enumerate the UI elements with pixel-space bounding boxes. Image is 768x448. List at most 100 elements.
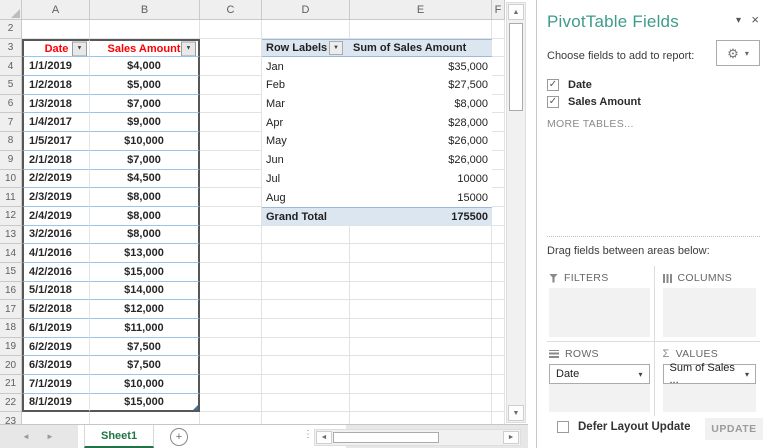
row-header-18[interactable]: 18 [0,319,22,338]
date-filter-button[interactable]: ▼ [72,41,87,57]
cell-A18[interactable]: 6/1/2019 [22,319,90,338]
cell-A4[interactable]: 1/1/2019 [22,57,90,77]
cell-B19[interactable]: $7,500 [90,337,200,357]
cell-B5[interactable]: $5,000 [90,76,200,95]
cell-F22[interactable] [492,393,505,413]
cell-F13[interactable] [492,225,505,245]
cell-E5[interactable]: $27,500 [350,76,492,95]
vertical-scrollbar[interactable]: ▲ ▼ [506,2,526,423]
cell-D17[interactable] [262,300,350,319]
column-header-A[interactable]: A [22,0,90,20]
scroll-down-icon[interactable]: ▼ [508,405,524,421]
columns-dropzone[interactable] [662,288,756,337]
cell-C7[interactable] [200,113,262,133]
cell-D6[interactable]: Mar [262,94,350,114]
values-dropzone[interactable]: Sum of Sales ... ▾ [662,362,756,412]
cell-F3[interactable] [492,38,505,58]
cell-D3[interactable]: Row Labels ▼ [262,38,350,58]
cell-F16[interactable] [492,281,505,301]
cell-B11[interactable]: $8,000 [90,188,200,207]
cell-A5[interactable]: 1/2/2018 [22,76,90,95]
rows-area[interactable]: ROWS Date ▾ [547,341,654,416]
cell-C13[interactable] [200,225,262,245]
prev-sheet-icon[interactable]: ◄ [16,425,36,448]
cell-C10[interactable] [200,169,262,189]
add-sheet-button[interactable]: + [170,428,188,446]
cell-A23[interactable] [22,412,90,424]
cell-B15[interactable]: $15,000 [90,262,200,282]
cell-C12[interactable] [200,206,262,226]
table-corner-handle[interactable] [193,405,198,411]
cell-C20[interactable] [200,356,262,376]
row-header-2[interactable]: 2 [0,20,22,39]
splitter-dots-icon[interactable]: ⋮ [303,429,313,440]
cell-F7[interactable] [492,113,505,133]
cell-E17[interactable] [350,300,492,319]
cell-D20[interactable] [262,356,350,376]
scroll-up-icon[interactable]: ▲ [508,4,524,20]
cell-B16[interactable]: $14,000 [90,281,200,301]
defer-checkbox[interactable] [557,421,569,433]
cell-D18[interactable] [262,319,350,338]
cell-D2[interactable] [262,20,350,39]
cell-A7[interactable]: 1/4/2017 [22,113,90,133]
vscroll-thumb[interactable] [509,23,523,111]
cell-B21[interactable]: $10,000 [90,375,200,394]
row-header-9[interactable]: 9 [0,150,22,170]
cell-D16[interactable] [262,281,350,301]
row-header-22[interactable]: 22 [0,393,22,413]
cell-A22[interactable]: 8/1/2019 [22,393,90,413]
cell-C14[interactable] [200,244,262,263]
cell-D10[interactable]: Jul [262,169,350,189]
cell-F19[interactable] [492,337,505,357]
scroll-right-icon[interactable]: ► [503,431,519,444]
cell-E22[interactable] [350,393,492,413]
cell-D21[interactable] [262,375,350,394]
pane-close-icon[interactable]: × [751,12,759,27]
cell-B10[interactable]: $4,500 [90,169,200,189]
row-header-12[interactable]: 12 [0,206,22,226]
cell-A20[interactable]: 6/3/2019 [22,356,90,376]
cell-A9[interactable]: 2/1/2018 [22,150,90,170]
cell-B18[interactable]: $11,000 [90,319,200,338]
tab-sheet1[interactable]: Sheet1 [84,425,155,448]
column-header-B[interactable]: B [90,0,200,20]
cell-E7[interactable]: $28,000 [350,113,492,133]
cell-A3[interactable]: Date ▼ [22,38,90,58]
cell-B9[interactable]: $7,000 [90,150,200,170]
cell-A21[interactable]: 7/1/2019 [22,375,90,394]
cell-F17[interactable] [492,300,505,319]
cell-E18[interactable] [350,319,492,338]
cell-B13[interactable]: $8,000 [90,225,200,245]
cell-F21[interactable] [492,375,505,394]
horizontal-scrollbar[interactable]: ◄ ► [314,429,521,446]
cell-A8[interactable]: 1/5/2017 [22,132,90,151]
cell-C2[interactable] [200,20,262,39]
cell-D13[interactable] [262,225,350,245]
row-header-11[interactable]: 11 [0,188,22,207]
row-header-4[interactable]: 4 [0,57,22,77]
cell-F4[interactable] [492,57,505,77]
cell-F11[interactable] [492,188,505,207]
tools-button[interactable]: ⚙ ▾ [716,40,760,66]
cell-C8[interactable] [200,132,262,151]
cell-C11[interactable] [200,188,262,207]
values-field-pill[interactable]: Sum of Sales ... ▾ [662,362,756,386]
row-header-3[interactable]: 3 [0,38,22,58]
cell-E15[interactable] [350,262,492,282]
cell-F9[interactable] [492,150,505,170]
cell-B6[interactable]: $7,000 [90,94,200,114]
cell-A16[interactable]: 5/1/2018 [22,281,90,301]
hscroll-thumb[interactable] [333,432,439,443]
cell-C18[interactable] [200,319,262,338]
column-header-E[interactable]: E [350,0,492,20]
cell-A12[interactable]: 2/4/2019 [22,206,90,226]
cell-D8[interactable]: May [262,132,350,151]
values-area[interactable]: Σ VALUES Sum of Sales ... ▾ [653,341,760,416]
cell-E4[interactable]: $35,000 [350,57,492,77]
cell-D9[interactable]: Jun [262,150,350,170]
cell-F2[interactable] [492,20,505,39]
row-header-23[interactable]: 23 [0,412,22,424]
cell-F10[interactable] [492,169,505,189]
row-header-15[interactable]: 15 [0,262,22,282]
